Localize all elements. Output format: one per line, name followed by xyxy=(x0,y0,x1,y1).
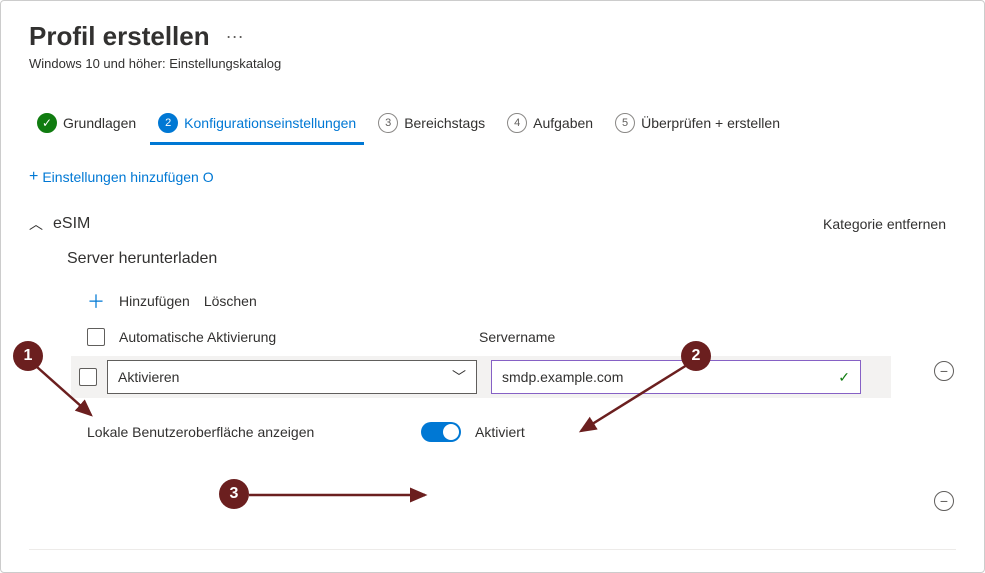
table-row: Aktivieren ﹀ smdp.example.com ✓ xyxy=(71,356,891,398)
arrow-icon xyxy=(245,485,445,505)
remove-row-icon[interactable]: − xyxy=(934,361,954,381)
more-icon[interactable]: ··· xyxy=(226,26,244,47)
checkmark-icon: ✓ xyxy=(838,369,850,386)
toggle-label: Lokale Benutzeroberfläche anzeigen xyxy=(87,424,407,440)
annotation-3: 3 xyxy=(219,479,249,509)
step-label: Aufgaben xyxy=(533,115,593,131)
category-title: eSIM xyxy=(53,215,90,233)
section-title: Server herunterladen xyxy=(67,250,956,268)
add-settings-link[interactable]: + Einstellungen hinzufügen O xyxy=(29,168,956,186)
step-number: 4 xyxy=(507,113,527,133)
plus-icon: ＋ xyxy=(87,288,105,314)
page-subtitle: Windows 10 und höher: Einstellungskatalo… xyxy=(29,56,956,71)
step-number: 2 xyxy=(158,113,178,133)
wizard-steps: Grundlagen 2 Konfigurationseinstellungen… xyxy=(29,107,956,140)
annotation-1: 1 xyxy=(13,341,43,371)
add-settings-label: Einstellungen hinzufügen O xyxy=(42,169,213,185)
check-icon xyxy=(37,113,57,133)
step-label: Bereichstags xyxy=(404,115,485,131)
column-auto-activation: Automatische Aktivierung xyxy=(119,329,479,345)
chevron-up-icon[interactable]: ︿ xyxy=(29,214,43,234)
select-all-checkbox[interactable] xyxy=(87,328,105,346)
column-servername: Servername xyxy=(479,329,555,345)
step-basics[interactable]: Grundlagen xyxy=(29,107,144,139)
divider xyxy=(29,549,956,550)
delete-button[interactable]: Löschen xyxy=(204,293,257,309)
step-review[interactable]: 5 Überprüfen + erstellen xyxy=(607,107,788,139)
step-number: 3 xyxy=(378,113,398,133)
local-ui-toggle[interactable] xyxy=(421,422,461,442)
add-button[interactable]: Hinzufügen xyxy=(119,293,190,309)
arrow-icon xyxy=(31,361,111,441)
chevron-down-icon: ﹀ xyxy=(452,367,466,387)
step-assignments[interactable]: 4 Aufgaben xyxy=(499,107,601,139)
remove-category-link[interactable]: Kategorie entfernen xyxy=(823,216,946,232)
arrow-icon xyxy=(561,359,721,449)
step-label: Konfigurationseinstellungen xyxy=(184,115,356,131)
dropdown-value: Aktivieren xyxy=(118,369,179,385)
step-config[interactable]: 2 Konfigurationseinstellungen xyxy=(150,107,364,139)
plus-icon: + xyxy=(29,168,38,186)
remove-row-icon[interactable]: − xyxy=(934,491,954,511)
annotation-2: 2 xyxy=(681,341,711,371)
toggle-state: Aktiviert xyxy=(475,424,525,440)
page-title: Profil erstellen xyxy=(29,21,210,52)
step-number: 5 xyxy=(615,113,635,133)
step-label: Grundlagen xyxy=(63,115,136,131)
step-scope-tags[interactable]: 3 Bereichstags xyxy=(370,107,493,139)
activation-dropdown[interactable]: Aktivieren ﹀ xyxy=(107,360,477,394)
step-label: Überprüfen + erstellen xyxy=(641,115,780,131)
